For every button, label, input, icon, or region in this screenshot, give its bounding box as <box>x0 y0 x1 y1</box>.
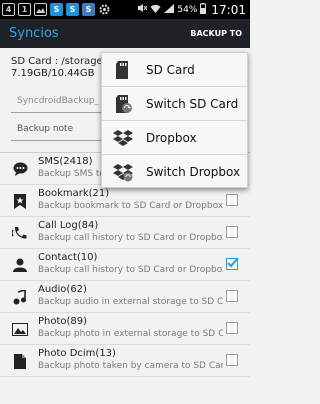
sd-card-icon <box>113 60 133 80</box>
app-title: Syncios <box>9 26 59 41</box>
list-item-title: Photo(89) <box>38 316 88 327</box>
switch-dropbox-icon <box>113 162 133 182</box>
battery-icon <box>200 2 207 17</box>
menu-item-label: Switch Dropbox <box>146 164 241 179</box>
notification-count-icon: 4 <box>2 3 15 16</box>
list-item-subtitle: Backup photo in external storage to SD C… <box>38 329 223 339</box>
syncios-icon: S <box>82 3 95 16</box>
sd-card-path: SD Card : /storage/e <box>11 56 113 67</box>
list-item-subtitle: Backup photo taken by camera to SD Card <box>38 361 223 371</box>
list-item-subtitle: Backup audio in external storage to SD C… <box>38 297 223 307</box>
list-item-title: Audio(62) <box>38 284 87 295</box>
list-item-audio[interactable]: Audio(62) Backup audio in external stora… <box>0 281 250 313</box>
person-icon <box>12 257 28 273</box>
list-item-bookmark[interactable]: Bookmark(21) Backup bookmark to SD Card … <box>0 185 250 217</box>
settings-icon <box>98 3 111 16</box>
action-bar: Syncios BACKUP TO <box>0 19 250 48</box>
notification-icons: 4 1 S S S <box>0 3 111 16</box>
sd-card-usage: 7.19GB/10.44GB <box>11 68 95 79</box>
audio-checkbox[interactable] <box>226 290 238 302</box>
list-item-call-log[interactable]: Call Log(84) Backup call history to SD C… <box>0 217 250 249</box>
backup-items-list: SMS(2418) Backup SMS to SD Card or Dropb… <box>0 152 250 404</box>
app-screen: 4 1 S S S 54% 17:01 Syncios BACKUP TO SD… <box>0 0 250 404</box>
menu-item-label: SD Card <box>146 62 195 77</box>
list-item-photo-dcim[interactable]: Photo Dcim(13) Backup photo taken by cam… <box>0 345 250 377</box>
signal-icon <box>164 3 175 16</box>
audio-file-icon <box>12 289 28 305</box>
switch-sd-card-icon <box>113 94 133 114</box>
list-item-contact[interactable]: Contact(10) Backup call history to SD Ca… <box>0 249 250 281</box>
list-item-subtitle: Backup bookmark to SD Card or Dropbox <box>38 201 223 211</box>
photo-dcim-checkbox[interactable] <box>226 354 238 366</box>
syncios-icon: S <box>50 3 63 16</box>
calendar-icon: 1 <box>18 3 31 16</box>
list-item-title: Contact(10) <box>38 252 98 263</box>
bookmark-checkbox[interactable] <box>226 194 238 206</box>
menu-item-switch-dropbox[interactable]: Switch Dropbox <box>102 155 247 188</box>
menu-item-label: Dropbox <box>146 130 197 145</box>
list-item-subtitle: Backup call history to SD Card or Dropbo… <box>38 233 223 243</box>
list-item-title: SMS(2418) <box>38 156 93 167</box>
phone-call-icon <box>12 225 28 241</box>
image-icon <box>34 3 47 16</box>
backup-to-button[interactable]: BACKUP TO <box>190 29 250 38</box>
list-item-title: Call Log(84) <box>38 220 99 231</box>
system-status: 54% 17:01 <box>137 2 250 17</box>
photo-icon <box>12 321 28 337</box>
menu-item-label: Switch SD Card <box>146 96 239 111</box>
chat-bubble-icon <box>12 161 28 177</box>
list-item-subtitle: Backup call history to SD Card or Dropbo… <box>38 265 223 275</box>
bookmark-icon <box>12 193 28 209</box>
battery-percentage: 54% <box>177 4 198 15</box>
list-item-title: Bookmark(21) <box>38 188 110 199</box>
menu-item-sd-card[interactable]: SD Card <box>102 53 247 87</box>
menu-item-dropbox[interactable]: Dropbox <box>102 121 247 155</box>
photo-checkbox[interactable] <box>226 322 238 334</box>
status-bar: 4 1 S S S 54% 17:01 <box>0 0 250 19</box>
clock: 17:01 <box>211 2 246 17</box>
syncios-icon: S <box>66 3 79 16</box>
menu-item-switch-sd-card[interactable]: Switch SD Card <box>102 87 247 121</box>
mute-icon <box>137 3 148 16</box>
list-item-photo[interactable]: Photo(89) Backup photo in external stora… <box>0 313 250 345</box>
wifi-icon <box>150 4 161 16</box>
sd-card-info: SD Card : /storage/e 7.19GB/10.44GB <box>11 56 112 80</box>
call-log-checkbox[interactable] <box>226 226 238 238</box>
contact-checkbox[interactable] <box>226 257 239 270</box>
list-item-title: Photo Dcim(13) <box>38 348 116 359</box>
file-icon <box>12 353 28 369</box>
backup-to-menu: SD Card Switch SD Card Dropbox Switch Dr… <box>101 52 248 188</box>
dropbox-icon <box>113 128 133 148</box>
